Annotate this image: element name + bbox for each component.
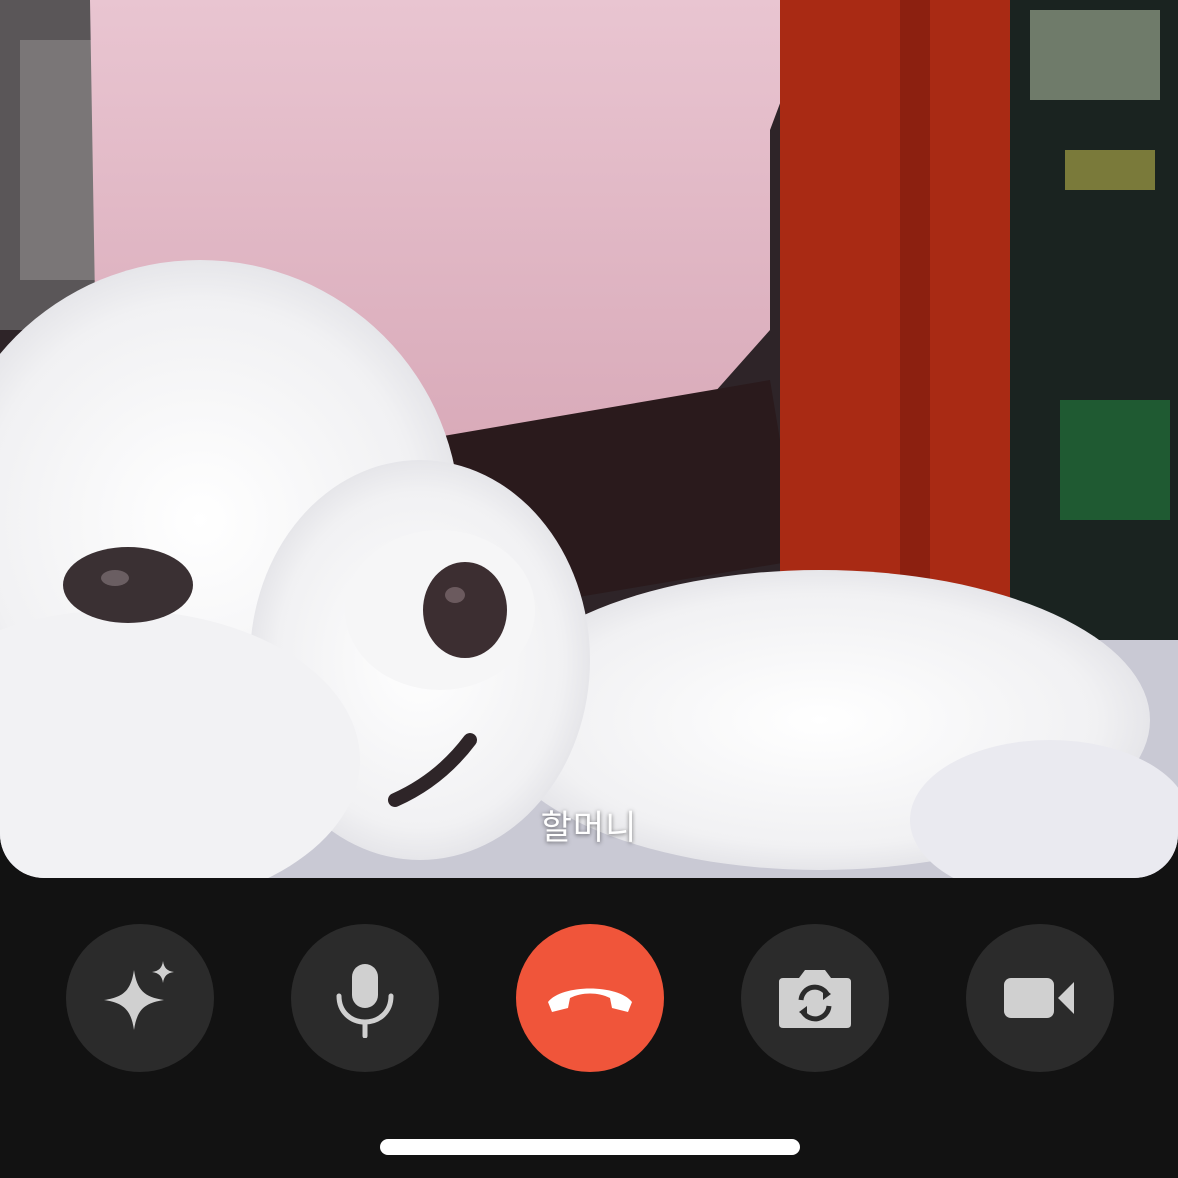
sparkle-icon	[104, 961, 174, 1030]
home-indicator[interactable]	[380, 1139, 800, 1155]
end-call-button[interactable]	[516, 924, 664, 1072]
microphone-icon	[336, 964, 394, 1038]
flip-camera-button[interactable]	[741, 924, 889, 1072]
remote-video-feed[interactable]: 할머니	[0, 0, 1178, 878]
video-toggle-button[interactable]	[966, 924, 1114, 1072]
camera-flip-icon	[779, 970, 851, 1028]
caller-name-label: 할머니	[540, 808, 638, 848]
phone-hangup-icon	[548, 988, 632, 1012]
video-frame-image	[0, 0, 1178, 878]
mute-button[interactable]	[291, 924, 439, 1072]
effects-button[interactable]	[66, 924, 214, 1072]
video-camera-icon	[1004, 978, 1074, 1018]
call-controls-bar	[0, 924, 1178, 1072]
